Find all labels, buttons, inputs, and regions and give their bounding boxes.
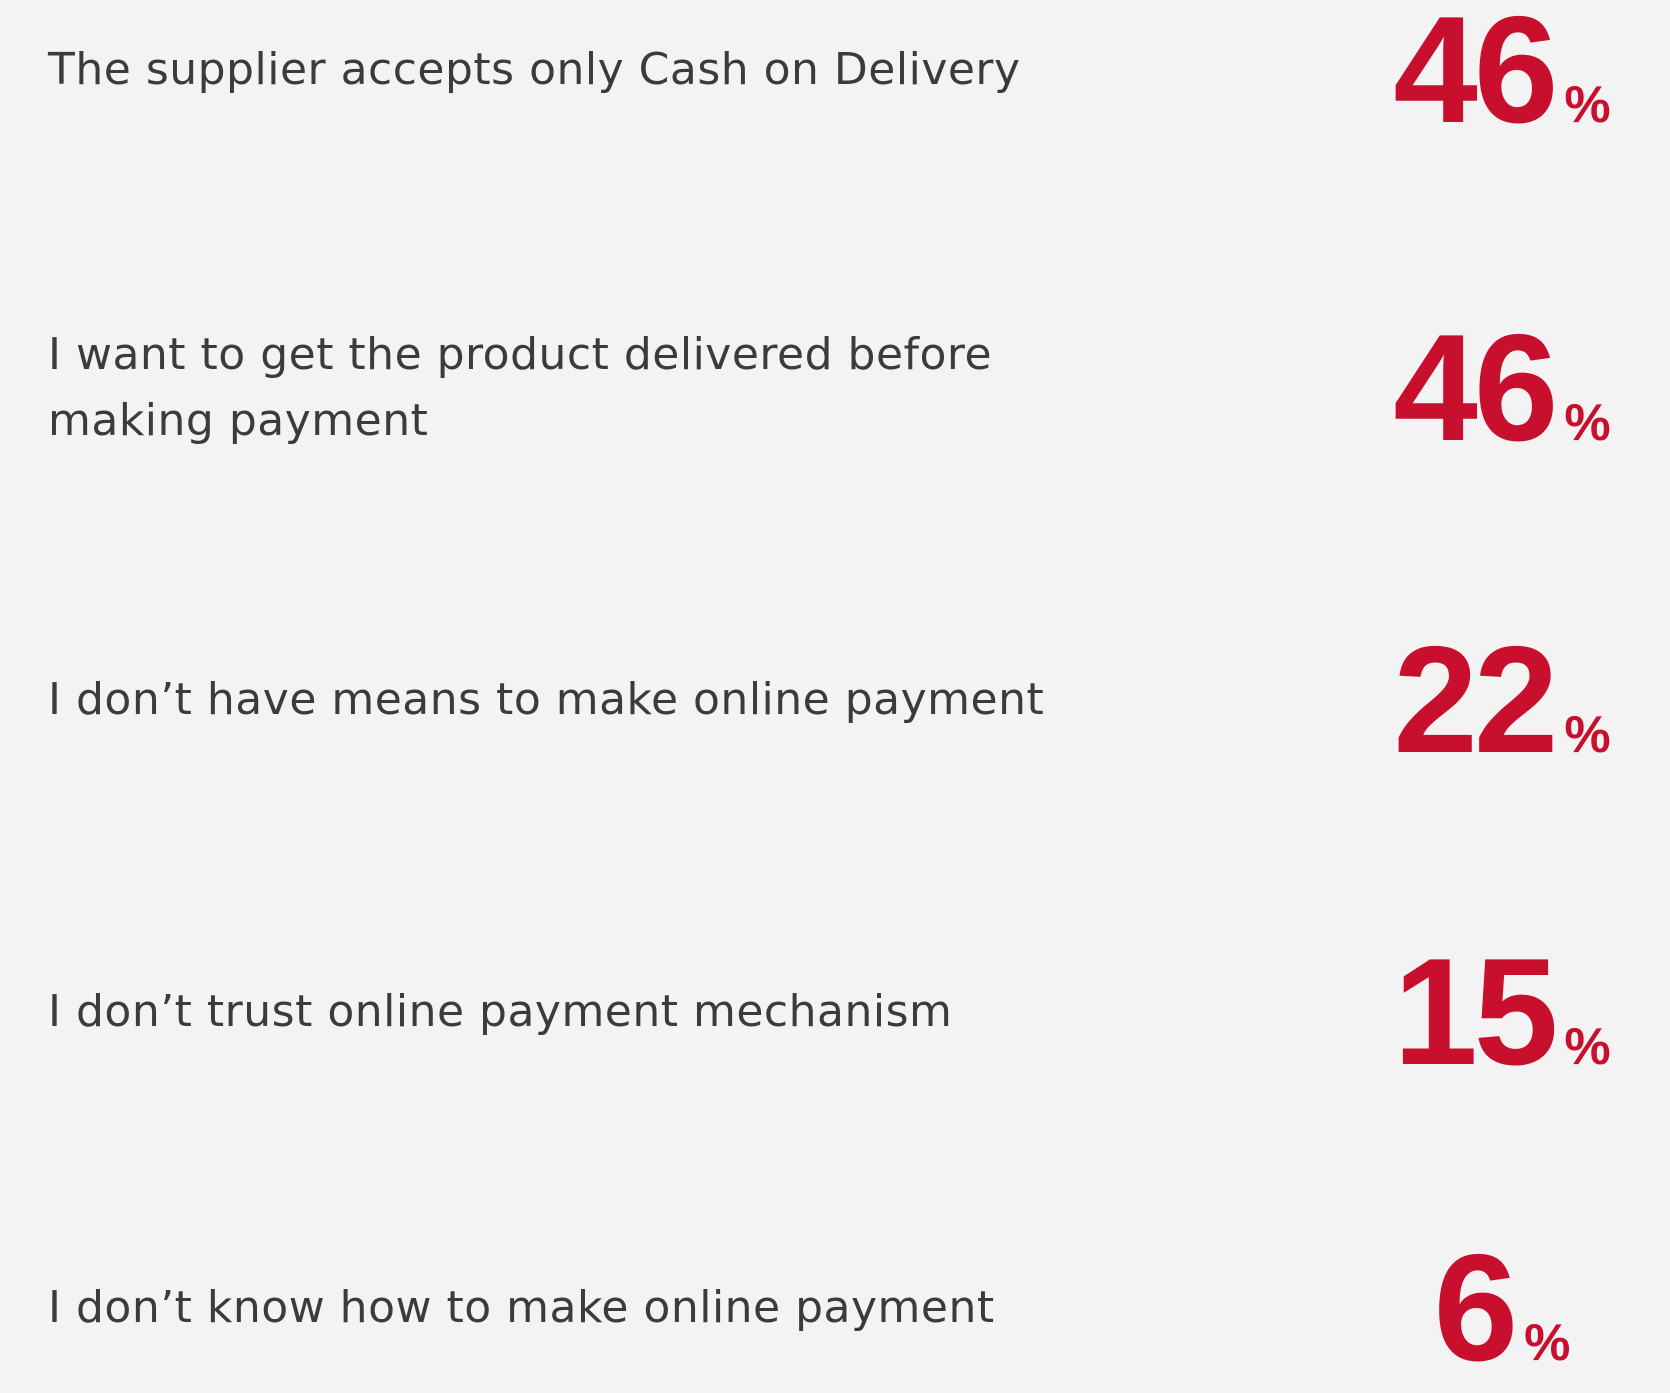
stat-value: 46% [1352, 312, 1652, 464]
stat-value: 46% [1352, 0, 1652, 146]
stat-label: I want to get the product delivered befo… [48, 329, 993, 446]
stat-value: 15% [1352, 936, 1652, 1088]
stat-label: The supplier accepts only Cash on Delive… [48, 44, 1021, 95]
stat-row: I don’t have means to make online paymen… [0, 624, 1670, 776]
stat-row: The supplier accepts only Cash on Delive… [0, 0, 1670, 146]
stat-number: 46 [1393, 303, 1558, 473]
stat-percent-sign: % [1564, 394, 1611, 452]
stat-percent-sign: % [1524, 1314, 1571, 1372]
stat-row: I don’t trust online payment mechanism 1… [0, 936, 1670, 1088]
stat-label: I don’t have means to make online paymen… [48, 674, 1045, 725]
stat-row: I don’t know how to make online payment … [0, 1232, 1670, 1384]
stat-percent-sign: % [1564, 1018, 1611, 1076]
stat-number: 15 [1393, 927, 1558, 1097]
stat-label: I don’t know how to make online payment [48, 1282, 995, 1333]
stat-number: 6 [1433, 1223, 1519, 1393]
stat-percent-sign: % [1564, 706, 1611, 764]
stat-row: I want to get the product delivered befo… [0, 312, 1670, 464]
stat-value: 22% [1352, 624, 1652, 776]
stat-number: 22 [1393, 615, 1558, 785]
stat-label: I don’t trust online payment mechanism [48, 986, 953, 1037]
stat-percent-sign: % [1564, 76, 1611, 134]
stat-value: 6% [1352, 1232, 1652, 1384]
stat-number: 46 [1393, 0, 1558, 155]
